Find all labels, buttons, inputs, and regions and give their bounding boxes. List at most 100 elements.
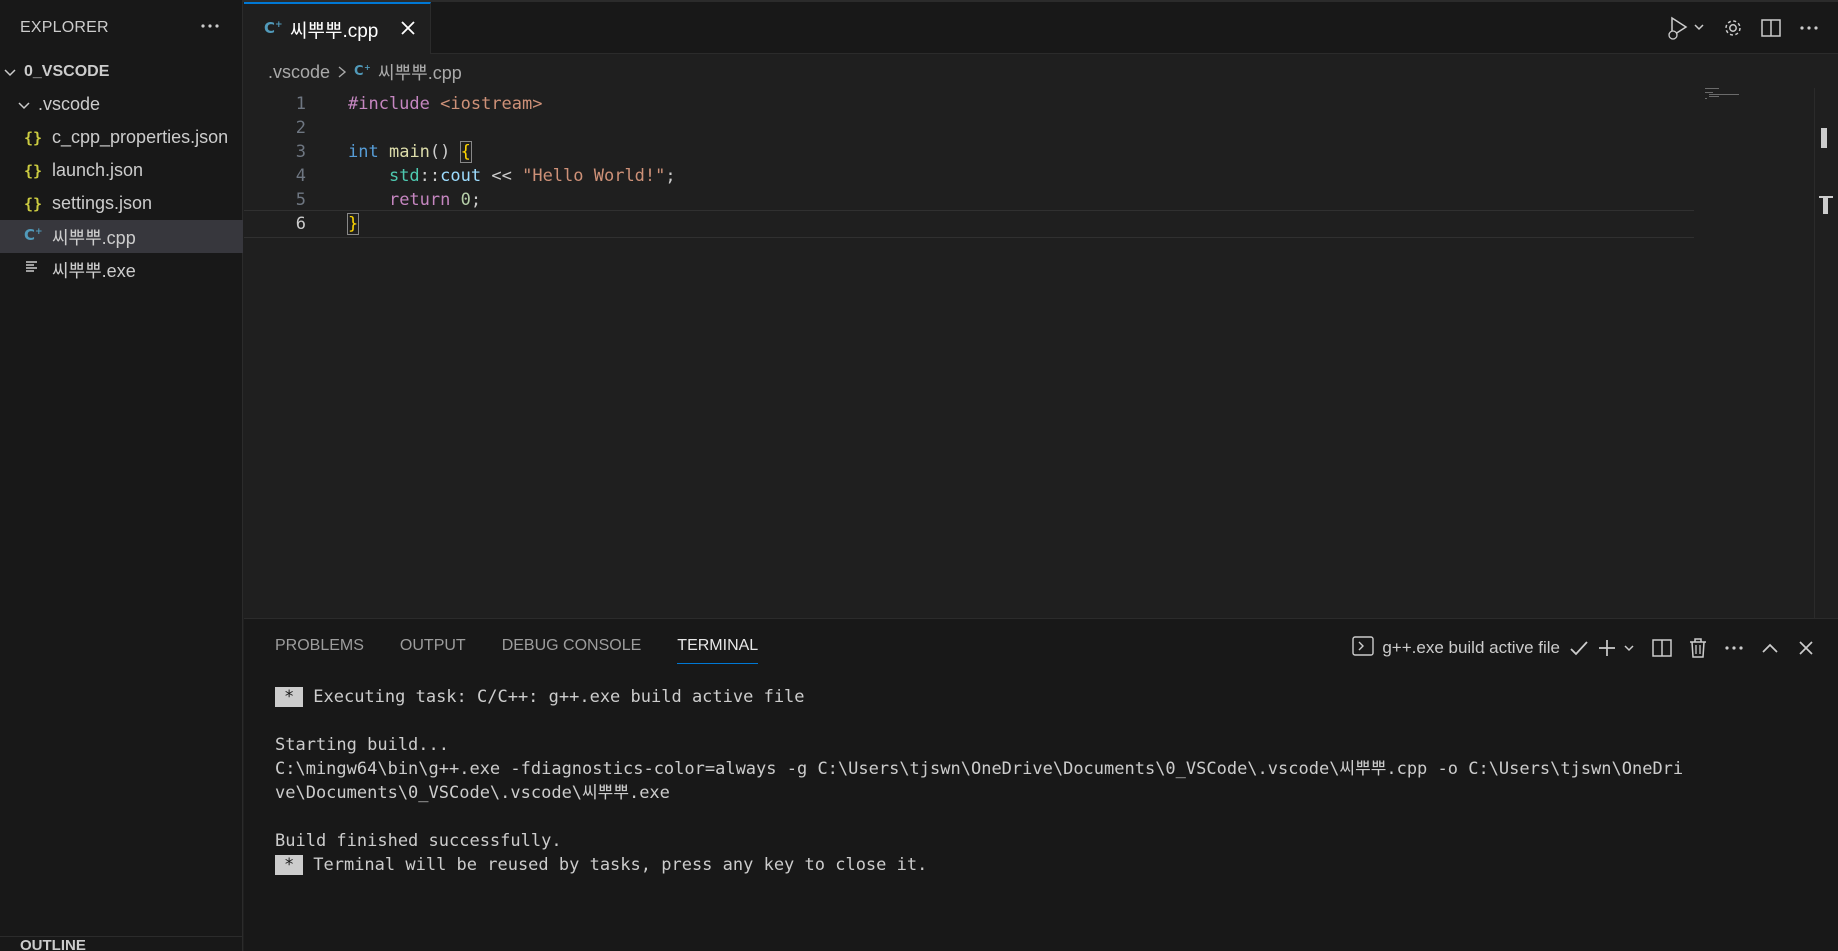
- svg-text:+: +: [35, 227, 43, 237]
- root-folder-label: 0_VSCODE: [24, 62, 110, 80]
- token-operator: <<: [491, 166, 512, 186]
- editor-tab-bar: C + 씨뿌뿌.cpp: [244, 2, 1838, 54]
- split-editor-icon[interactable]: [1752, 9, 1790, 47]
- terminal-line: * Executing task: C/C++: g++.exe build ac…: [275, 685, 1825, 709]
- close-icon[interactable]: [398, 18, 418, 38]
- terminal-line-empty: [275, 709, 1825, 733]
- tree-file-exe[interactable]: 씨뿌뿌.exe: [0, 253, 243, 286]
- explorer-sidebar: EXPLORER 0_VSCODE .vscode {} c_cpp_prope…: [0, 0, 243, 951]
- code-text: #include <iostream>: [348, 94, 543, 114]
- chevron-down-icon: [2, 64, 18, 80]
- svg-text:C: C: [264, 19, 275, 36]
- terminal-output[interactable]: * Executing task: C/C++: g++.exe build ac…: [275, 685, 1825, 877]
- token-parens: (): [429, 142, 451, 162]
- tree-root-folder[interactable]: 0_VSCODE: [0, 55, 243, 88]
- tree-file-cpp[interactable]: C + 씨뿌뿌.cpp: [0, 220, 243, 253]
- code-text: std::cout << "Hello World!";: [348, 166, 676, 186]
- explorer-title: EXPLORER: [20, 19, 109, 36]
- folder-label: .vscode: [38, 94, 101, 114]
- chevron-right-icon: [336, 65, 348, 79]
- tree-file-c-cpp-properties[interactable]: {} c_cpp_properties.json: [0, 121, 243, 154]
- binary-file-icon: [24, 259, 48, 280]
- svg-text:+: +: [364, 63, 371, 72]
- editor-actions: [1658, 2, 1838, 54]
- line-number: 5: [295, 190, 306, 210]
- file-label: launch.json: [52, 160, 144, 180]
- tab-debug-console[interactable]: DEBUG CONSOLE: [502, 637, 642, 664]
- terminal-text: Terminal will be reused by tasks, press …: [313, 855, 928, 875]
- cpp-file-icon: C +: [354, 62, 372, 83]
- token-semicolon: ;: [470, 190, 482, 210]
- line-number: 3: [295, 142, 306, 162]
- code-editor[interactable]: 1 #include <iostream> 2 3 int main() { 4…: [244, 88, 1838, 618]
- tab-output[interactable]: OUTPUT: [400, 637, 466, 664]
- outline-label: OUTLINE: [20, 937, 86, 951]
- more-actions-icon[interactable]: [1716, 633, 1752, 663]
- token-brace: {: [459, 141, 472, 163]
- task-marker: *: [275, 855, 304, 875]
- json-file-icon: {}: [24, 161, 43, 180]
- json-file-icon: {}: [24, 194, 43, 213]
- bottom-panel: PROBLEMS OUTPUT DEBUG CONSOLE TERMINAL g…: [244, 618, 1838, 951]
- new-terminal-icon[interactable]: [1592, 633, 1644, 663]
- token-function: main: [388, 142, 430, 162]
- token-number: 0: [460, 190, 471, 210]
- cpp-file-icon: C +: [264, 18, 284, 41]
- outline-section-header[interactable]: OUTLINE: [0, 936, 243, 951]
- line-number: 6: [295, 214, 306, 234]
- minimap[interactable]: [1705, 86, 1785, 106]
- tab-problems[interactable]: PROBLEMS: [275, 637, 364, 664]
- panel-actions: g++.exe build active file: [1352, 633, 1824, 663]
- check-icon: [1566, 633, 1592, 663]
- tree-file-launch[interactable]: {} launch.json: [0, 154, 243, 187]
- code-text: int main() {: [348, 141, 472, 163]
- token-scope: ::: [419, 166, 441, 186]
- run-debug-icon[interactable]: [1658, 9, 1714, 47]
- file-label: settings.json: [52, 193, 153, 213]
- close-panel-icon[interactable]: [1788, 633, 1824, 663]
- terminal-line: C:\mingw64\bin\g++.exe -fdiagnostics-col…: [275, 759, 1684, 779]
- token-type: int: [348, 142, 379, 162]
- file-label: 씨뿌뿌.cpp: [52, 227, 136, 248]
- tab-label: 씨뿌뿌.cpp: [290, 20, 379, 42]
- terminal-icon: [1352, 635, 1375, 661]
- terminal-line: Build finished successfully.: [275, 831, 562, 851]
- more-actions-icon[interactable]: [1790, 9, 1828, 47]
- svg-text:+: +: [275, 20, 283, 30]
- token-semicolon: ;: [665, 166, 676, 186]
- terminal-line-empty: [275, 805, 1825, 829]
- more-actions-icon[interactable]: [196, 12, 224, 40]
- token-directive: #include: [348, 94, 430, 114]
- chevron-down-icon: [16, 97, 32, 113]
- breadcrumb-file[interactable]: 씨뿌뿌.cpp: [378, 59, 462, 85]
- trash-icon[interactable]: [1680, 633, 1716, 663]
- token-keyword: return: [388, 190, 451, 210]
- breadcrumb: .vscode C + 씨뿌뿌.cpp: [268, 59, 462, 85]
- gear-icon[interactable]: [1714, 9, 1752, 47]
- cpp-file-icon: C +: [24, 225, 48, 248]
- terminal-name[interactable]: g++.exe build active file: [1382, 638, 1560, 658]
- tree-folder-vscode[interactable]: .vscode: [0, 88, 243, 121]
- maximize-panel-icon[interactable]: [1752, 633, 1788, 663]
- token-header: <iostream>: [440, 94, 543, 114]
- breadcrumb-folder[interactable]: .vscode: [268, 62, 330, 83]
- json-file-icon: {}: [24, 128, 43, 147]
- tab-cpp-file[interactable]: C + 씨뿌뿌.cpp: [244, 2, 431, 54]
- split-terminal-icon[interactable]: [1644, 633, 1680, 663]
- token-string: "Hello World!": [522, 166, 666, 186]
- code-text: return 0;: [348, 190, 481, 210]
- code-text: }: [346, 213, 360, 235]
- file-label: c_cpp_properties.json: [52, 127, 229, 147]
- tree-file-settings[interactable]: {} settings.json: [0, 187, 243, 220]
- file-label: 씨뿌뿌.exe: [52, 260, 136, 281]
- line-number: 2: [295, 118, 306, 138]
- task-marker: *: [275, 687, 304, 707]
- panel-tabs: PROBLEMS OUTPUT DEBUG CONSOLE TERMINAL: [275, 637, 794, 664]
- vertical-scrollbar[interactable]: [1814, 88, 1838, 618]
- tab-terminal[interactable]: TERMINAL: [677, 637, 759, 664]
- terminal-text: Executing task: C/C++: g++.exe build act…: [313, 687, 805, 707]
- line-number: 4: [295, 166, 306, 186]
- terminal-line: * Terminal will be reused by tasks, press…: [275, 853, 1825, 877]
- terminal-line: Starting build...: [275, 735, 449, 755]
- token-brace: }: [346, 213, 360, 235]
